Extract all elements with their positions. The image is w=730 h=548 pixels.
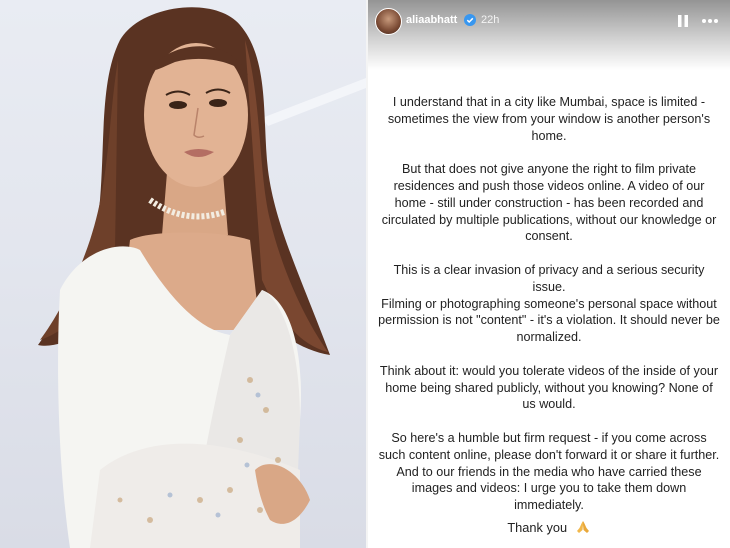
story-paragraph-4: Filming or photographing someone's perso…: [378, 296, 720, 345]
story-signoff: Thank you: [368, 520, 730, 535]
story-header: aliaabhatt 22h: [368, 6, 730, 36]
username[interactable]: aliaabhatt: [406, 14, 457, 26]
thank-you-text: Thank you: [507, 520, 568, 535]
avatar[interactable]: [375, 8, 402, 35]
portrait-illustration: [38, 7, 366, 548]
pause-icon[interactable]: [677, 14, 689, 28]
more-options-icon[interactable]: [701, 14, 719, 28]
story-paragraph-5: Think about it: would you tolerate video…: [379, 363, 719, 412]
story-paragraph-6: So here's a humble but firm request - if…: [378, 430, 720, 513]
portrait-photo: [0, 0, 366, 548]
story-message: I understand that in a city like Mumbai,…: [378, 94, 720, 531]
story-paragraph-2: But that does not give anyone the right …: [381, 162, 717, 244]
verified-badge-icon: [464, 14, 476, 26]
story-paragraph-3: This is a clear invasion of privacy and …: [393, 262, 705, 294]
folded-hands-emoji-icon: [576, 521, 589, 533]
story-paragraph-1: I understand that in a city like Mumbai,…: [387, 95, 711, 143]
story-timestamp: 22h: [481, 14, 500, 26]
instagram-story: aliaabhatt 22h I understand that in a ci…: [368, 0, 730, 548]
